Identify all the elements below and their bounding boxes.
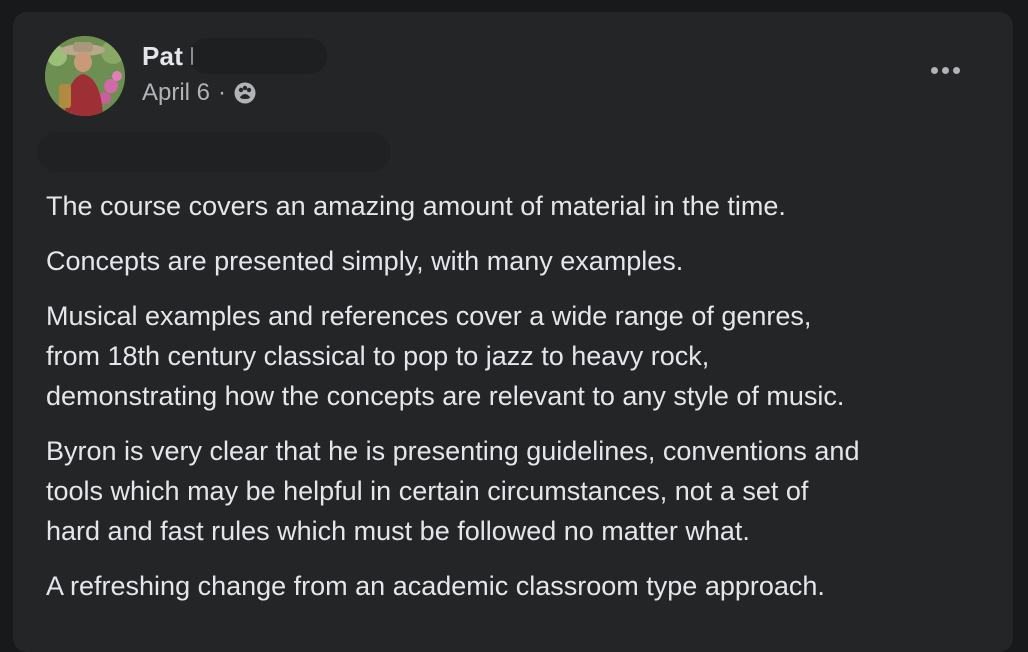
author-row: Pat	[142, 38, 328, 74]
redacted-surname	[189, 38, 328, 74]
author-avatar[interactable]	[45, 36, 125, 116]
post-paragraph: The course covers an amazing amount of m…	[46, 191, 786, 221]
friends-audience-icon[interactable]	[233, 81, 257, 105]
redacted-text	[37, 132, 391, 172]
more-options-icon[interactable]	[913, 50, 977, 90]
post-card: Pat April 6 · The course covers an amazi…	[13, 12, 1013, 652]
author-name[interactable]: Pat	[142, 41, 183, 72]
meta-separator: ·	[218, 79, 227, 106]
post-paragraph: Concepts are presented simply, with many…	[46, 246, 684, 276]
post-meta: April 6 ·	[142, 78, 257, 108]
post-paragraph: Musical examples and references cover a …	[46, 301, 845, 411]
post-paragraph: Byron is very clear that he is presentin…	[46, 436, 860, 546]
post-body: The course covers an amazing amount of m…	[46, 186, 996, 621]
avatar-photo-icon	[45, 36, 125, 116]
post-paragraph: A refreshing change from an academic cla…	[46, 571, 825, 601]
post-date[interactable]: April 6	[142, 79, 210, 107]
